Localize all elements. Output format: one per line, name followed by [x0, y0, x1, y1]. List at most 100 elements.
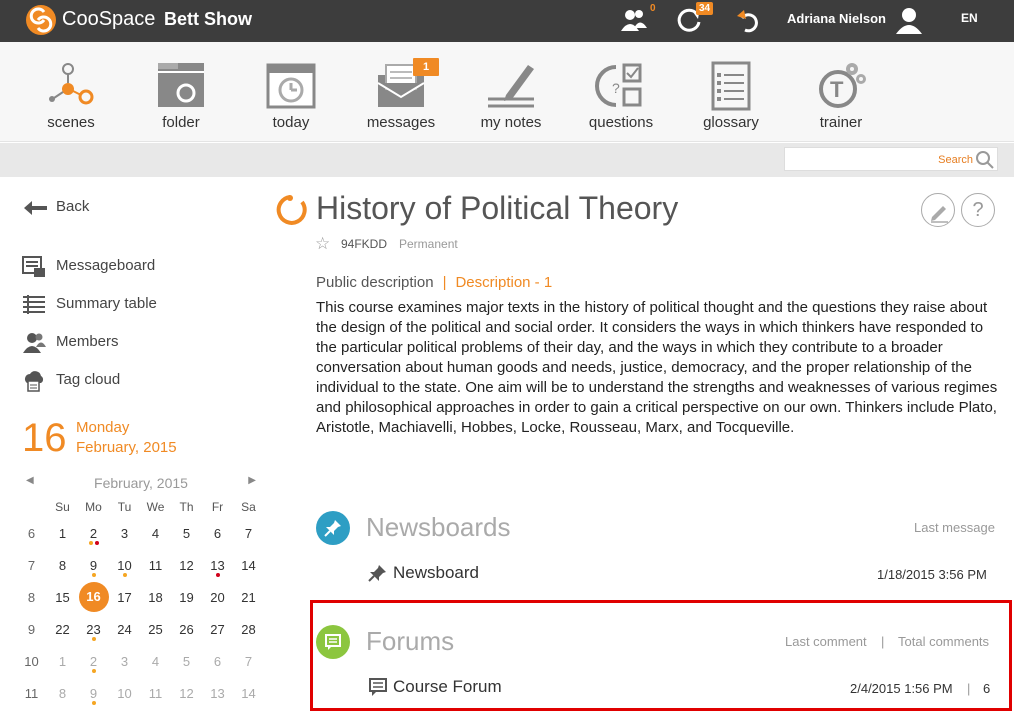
sidebar-item-tag-cloud[interactable]: Tag cloud [22, 368, 242, 392]
calendar-day[interactable]: 1 [47, 645, 78, 677]
forum-total-comments: 6 [983, 681, 991, 696]
calendar-day[interactable]: 2 [78, 645, 109, 677]
user-name[interactable]: Adriana Nielson [787, 11, 886, 26]
calendar-day[interactable]: 9 [78, 549, 109, 581]
calendar-day[interactable]: 24 [109, 613, 140, 645]
calendar-day[interactable]: 6 [202, 645, 233, 677]
day-number: 12 [179, 557, 194, 573]
calendar-day-today[interactable]: 16 [78, 581, 109, 613]
calendar-day[interactable]: 22 [47, 613, 78, 645]
calendar-day[interactable]: 10 [109, 549, 140, 581]
members-notification-icon[interactable] [619, 6, 649, 34]
calendar-day[interactable]: 1 [47, 517, 78, 549]
sidebar-item-label: Members [56, 333, 119, 350]
course-name[interactable]: Bett Show [164, 9, 252, 30]
brand-name[interactable]: CooSpace [62, 8, 155, 31]
svg-text:T: T [830, 77, 844, 102]
newsboard-last-message: 1/18/2015 3:56 PM [877, 567, 987, 582]
tool-label: my notes [480, 114, 542, 131]
calendar-day[interactable]: 23 [78, 613, 109, 645]
calendar-day[interactable]: 2 [78, 517, 109, 549]
search-input[interactable] [791, 151, 973, 169]
tool-label: today [272, 114, 310, 131]
calendar-day[interactable]: 12 [171, 549, 202, 581]
calendar-day[interactable]: 10 [109, 677, 140, 709]
tool-glossary[interactable]: glossary [681, 42, 781, 142]
calendar-day[interactable]: 12 [171, 677, 202, 709]
calendar-day[interactable]: 3 [109, 517, 140, 549]
scenes-icon [49, 63, 94, 105]
tool-questions[interactable]: ? questions [571, 42, 671, 142]
folder-icon [158, 63, 204, 107]
search-box[interactable] [784, 147, 998, 171]
calendar-day[interactable]: 17 [109, 581, 140, 613]
forums-column-total-comments: Total comments [898, 634, 990, 649]
calendar-grid: Su Mo Tu We Th Fr Sa 6 1 2 3 4 5 6 7 7 8… [16, 497, 264, 709]
calendar-day[interactable]: 11 [140, 677, 171, 709]
coospace-logo-icon[interactable] [24, 3, 58, 37]
undo-icon[interactable] [733, 6, 763, 34]
day-number: 7 [244, 653, 253, 669]
tool-scenes[interactable]: scenes [21, 42, 121, 142]
weekday-label: We [146, 500, 165, 514]
calendar-day[interactable]: 21 [233, 581, 264, 613]
help-icon: ? [972, 199, 984, 221]
calendar-day[interactable]: 6 [202, 517, 233, 549]
calendar-day[interactable]: 14 [233, 677, 264, 709]
calendar-day[interactable]: 14 [233, 549, 264, 581]
calendar-day[interactable]: 25 [140, 613, 171, 645]
tab-public-description[interactable]: Public description [316, 274, 434, 291]
sidebar-item-members[interactable]: Members [22, 330, 242, 354]
event-dot [89, 541, 93, 545]
event-dot [95, 541, 99, 545]
help-button[interactable]: ? [961, 193, 995, 227]
tool-messages[interactable]: 1 messages [351, 42, 451, 142]
day-number: 24 [117, 621, 132, 637]
calendar-day[interactable]: 15 [47, 581, 78, 613]
tool-trainer[interactable]: T trainer [791, 42, 891, 142]
calendar-day[interactable]: 9 [78, 677, 109, 709]
calendar-day[interactable]: 18 [140, 581, 171, 613]
calendar-day[interactable]: 28 [233, 613, 264, 645]
calendar-day[interactable]: 5 [171, 517, 202, 549]
tool-today[interactable]: today [241, 42, 341, 142]
tab-separator: | [442, 274, 447, 291]
calendar-day[interactable]: 7 [233, 517, 264, 549]
calendar-day[interactable]: 5 [171, 645, 202, 677]
calendar-week-row: 8 15 16 17 18 19 20 21 [16, 581, 264, 613]
calendar-day[interactable]: 27 [202, 613, 233, 645]
user-avatar-icon[interactable] [894, 6, 924, 34]
calendar-day[interactable]: 4 [140, 517, 171, 549]
calendar-weeknum-header [16, 497, 47, 517]
calendar-next-icon[interactable]: ▶ [248, 475, 256, 486]
week-number: 6 [27, 525, 36, 541]
calendar-day[interactable]: 8 [47, 549, 78, 581]
edit-button[interactable] [921, 193, 955, 227]
calendar-day[interactable]: 8 [47, 677, 78, 709]
sidebar-item-summary-table[interactable]: Summary table [22, 292, 242, 316]
search-icon[interactable] [975, 150, 995, 170]
week-number: 7 [27, 557, 36, 573]
language-selector[interactable]: EN [961, 11, 978, 25]
calendar-week-row: 7 8 9 10 11 12 13 14 [16, 549, 264, 581]
sidebar-item-messageboard[interactable]: Messageboard [22, 254, 242, 278]
tool-folder[interactable]: folder [131, 42, 231, 142]
calendar-day[interactable]: 3 [109, 645, 140, 677]
calendar-day[interactable]: 7 [233, 645, 264, 677]
favorite-star-icon[interactable]: ☆ [315, 234, 330, 254]
day-number: 25 [148, 621, 163, 637]
calendar-day[interactable]: 4 [140, 645, 171, 677]
tab-description-1[interactable]: Description - 1 [455, 274, 552, 291]
tool-my-notes[interactable]: my notes [461, 42, 561, 142]
forums-section-icon [316, 625, 350, 659]
calendar-day[interactable]: 20 [202, 581, 233, 613]
event-dot [92, 669, 96, 673]
calendar-day[interactable]: 11 [140, 549, 171, 581]
day-number: 13 [210, 557, 225, 573]
calendar-day[interactable]: 13 [202, 549, 233, 581]
course-forum-link[interactable]: Course Forum [393, 677, 502, 697]
newsboard-link[interactable]: Newsboard [393, 563, 479, 583]
calendar-day[interactable]: 26 [171, 613, 202, 645]
calendar-day[interactable]: 19 [171, 581, 202, 613]
calendar-day[interactable]: 13 [202, 677, 233, 709]
